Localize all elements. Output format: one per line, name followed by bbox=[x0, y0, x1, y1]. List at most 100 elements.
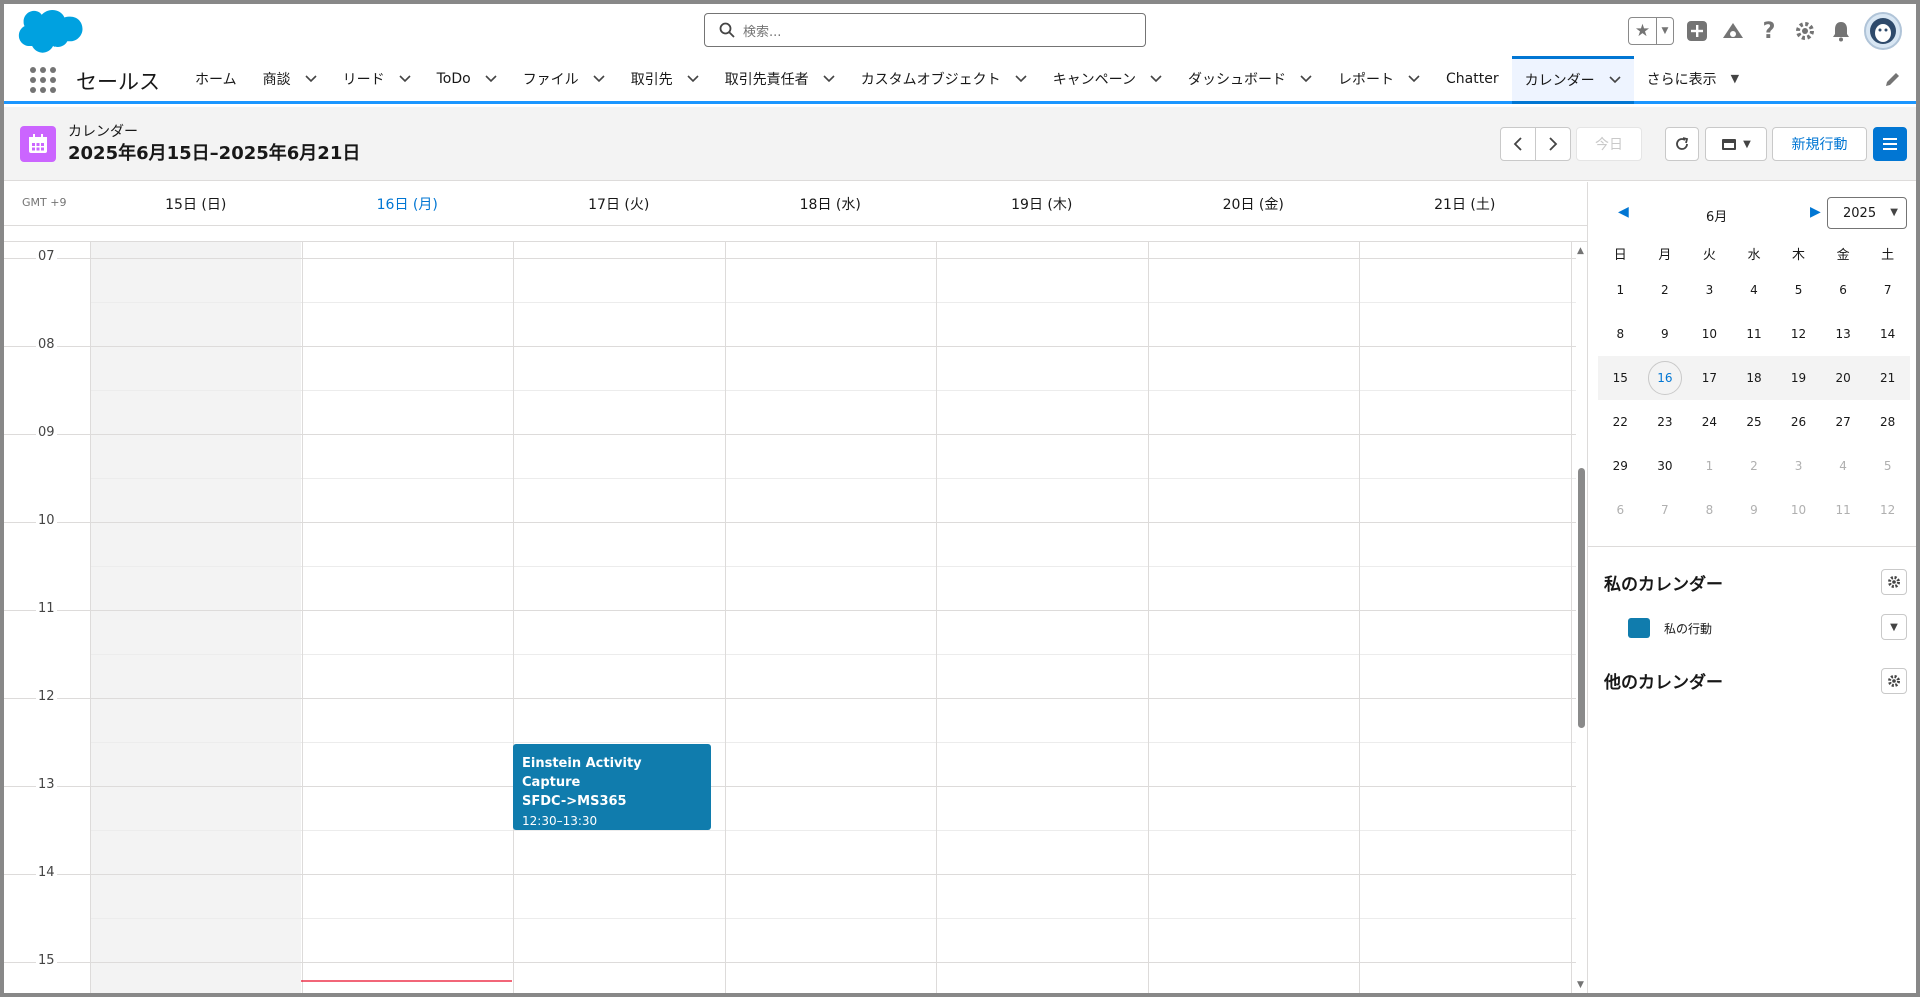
nav-tab-0[interactable]: ホーム bbox=[182, 56, 250, 101]
scroll-down-arrow-icon[interactable]: ▼ bbox=[1577, 980, 1584, 990]
mini-day[interactable]: 19 bbox=[1776, 371, 1821, 385]
previous-week-button[interactable] bbox=[1500, 127, 1536, 161]
favorites-dropdown-icon[interactable]: ▼ bbox=[1657, 26, 1673, 36]
chevron-down-icon[interactable] bbox=[1609, 76, 1621, 84]
mini-day[interactable]: 17 bbox=[1687, 371, 1732, 385]
day-header-3[interactable]: 18日 (水) bbox=[725, 194, 937, 214]
caret-down-icon[interactable]: ▼ bbox=[1731, 72, 1739, 85]
mini-day[interactable]: 21 bbox=[1865, 371, 1910, 385]
mini-day[interactable]: 30 bbox=[1643, 459, 1688, 473]
mini-day[interactable]: 3 bbox=[1687, 283, 1732, 297]
day-header-0[interactable]: 15日 (日) bbox=[90, 194, 302, 214]
nav-tab-12[interactable]: カレンダー bbox=[1511, 56, 1634, 104]
global-search-input[interactable]: 検索... bbox=[704, 13, 1146, 47]
mini-day[interactable]: 3 bbox=[1776, 459, 1821, 473]
nav-tab-1[interactable]: 商談 bbox=[250, 56, 330, 101]
scrollbar-thumb[interactable] bbox=[1578, 468, 1585, 728]
nav-tab-7[interactable]: カスタムオブジェクト bbox=[848, 56, 1040, 101]
mini-day[interactable]: 8 bbox=[1598, 327, 1643, 341]
setup-gear-icon[interactable] bbox=[1792, 18, 1818, 44]
day-header-6[interactable]: 21日 (土) bbox=[1359, 194, 1571, 214]
new-event-button[interactable]: 新規行動 bbox=[1772, 127, 1867, 161]
chevron-down-icon[interactable] bbox=[823, 74, 835, 83]
day-header-1[interactable]: 16日 (月) bbox=[302, 194, 514, 214]
mini-day[interactable]: 9 bbox=[1732, 503, 1777, 517]
calendar-event[interactable]: Einstein Activity Capture SFDC->MS365 12… bbox=[513, 744, 711, 830]
mini-day[interactable]: 4 bbox=[1821, 459, 1866, 473]
chevron-down-icon[interactable] bbox=[593, 74, 605, 83]
trailhead-icon[interactable] bbox=[1720, 18, 1746, 44]
day-header-5[interactable]: 20日 (金) bbox=[1148, 194, 1360, 214]
all-day-row[interactable] bbox=[4, 226, 1587, 242]
mini-day[interactable]: 23 bbox=[1643, 415, 1688, 429]
mini-day[interactable]: 10 bbox=[1687, 327, 1732, 341]
mini-day[interactable]: 12 bbox=[1776, 327, 1821, 341]
nav-tab-4[interactable]: ファイル bbox=[510, 56, 618, 101]
day-header-4[interactable]: 19日 (木) bbox=[936, 194, 1148, 214]
mini-day[interactable]: 2 bbox=[1732, 459, 1777, 473]
mini-day[interactable]: 18 bbox=[1732, 371, 1777, 385]
mini-day[interactable]: 7 bbox=[1865, 283, 1910, 297]
mini-day[interactable]: 5 bbox=[1776, 283, 1821, 297]
today-button[interactable]: 今日 bbox=[1576, 127, 1642, 161]
chevron-down-icon[interactable] bbox=[1300, 74, 1312, 83]
next-week-button[interactable] bbox=[1535, 127, 1571, 161]
nav-tab-9[interactable]: ダッシュボード bbox=[1175, 56, 1325, 101]
mini-day[interactable]: 22 bbox=[1598, 415, 1643, 429]
other-calendars-settings-button[interactable] bbox=[1881, 668, 1907, 694]
mini-day[interactable]: 6 bbox=[1598, 503, 1643, 517]
nav-tab-2[interactable]: リード bbox=[330, 56, 424, 101]
notifications-bell-icon[interactable] bbox=[1828, 18, 1854, 44]
mini-day[interactable]: 12 bbox=[1865, 503, 1910, 517]
chevron-down-icon[interactable] bbox=[1408, 74, 1420, 83]
mini-day-today[interactable]: 16 bbox=[1643, 361, 1688, 395]
mini-day[interactable]: 10 bbox=[1776, 503, 1821, 517]
mini-day[interactable]: 20 bbox=[1821, 371, 1866, 385]
mini-day[interactable]: 27 bbox=[1821, 415, 1866, 429]
chevron-down-icon[interactable] bbox=[1150, 74, 1162, 83]
mini-day[interactable]: 2 bbox=[1643, 283, 1688, 297]
mini-day[interactable]: 1 bbox=[1598, 283, 1643, 297]
help-icon[interactable]: ? bbox=[1756, 18, 1782, 44]
week-time-grid[interactable]: Einstein Activity Capture SFDC->MS365 12… bbox=[4, 242, 1576, 993]
chevron-down-icon[interactable] bbox=[399, 74, 411, 83]
nav-tab-6[interactable]: 取引先責任者 bbox=[712, 56, 848, 101]
calendar-list-toggle-button[interactable] bbox=[1873, 127, 1907, 161]
mini-day[interactable]: 13 bbox=[1821, 327, 1866, 341]
mini-prev-month-icon[interactable]: ◀ bbox=[1618, 204, 1629, 220]
user-avatar[interactable] bbox=[1864, 12, 1902, 50]
my-calendar-item[interactable]: 私の行動 bbox=[1628, 618, 1712, 638]
chevron-down-icon[interactable] bbox=[305, 74, 317, 83]
calendar-view-switcher[interactable]: ▼ bbox=[1705, 127, 1767, 161]
grid-scrollbar[interactable]: ▲ ▼ bbox=[1576, 242, 1587, 993]
mini-day[interactable]: 8 bbox=[1687, 503, 1732, 517]
salesforce-logo[interactable] bbox=[18, 9, 84, 55]
mini-day[interactable]: 4 bbox=[1732, 283, 1777, 297]
mini-next-month-icon[interactable]: ▶ bbox=[1810, 204, 1821, 220]
app-launcher-icon[interactable] bbox=[30, 67, 56, 93]
mini-day[interactable]: 1 bbox=[1687, 459, 1732, 473]
nav-tab-10[interactable]: レポート bbox=[1325, 56, 1433, 101]
mini-day[interactable]: 29 bbox=[1598, 459, 1643, 473]
nav-tab-5[interactable]: 取引先 bbox=[618, 56, 712, 101]
nav-tab-8[interactable]: キャンペーン bbox=[1040, 56, 1175, 101]
mini-day[interactable]: 15 bbox=[1598, 371, 1643, 385]
mini-day[interactable]: 9 bbox=[1643, 327, 1688, 341]
nav-tab-11[interactable]: Chatter bbox=[1433, 56, 1512, 101]
my-calendar-item-menu-button[interactable]: ▼ bbox=[1881, 614, 1907, 640]
mini-day[interactable]: 7 bbox=[1643, 503, 1688, 517]
year-select[interactable]: 2025 ▼ bbox=[1827, 197, 1907, 229]
nav-tab-3[interactable]: ToDo bbox=[424, 56, 510, 101]
mini-day[interactable]: 14 bbox=[1865, 327, 1910, 341]
favorites-star-icon[interactable]: ★ bbox=[1629, 18, 1657, 44]
chevron-down-icon[interactable] bbox=[485, 74, 497, 83]
my-calendars-settings-button[interactable] bbox=[1881, 569, 1907, 595]
global-actions-plus-icon[interactable] bbox=[1684, 18, 1710, 44]
mini-day[interactable]: 25 bbox=[1732, 415, 1777, 429]
mini-day[interactable]: 28 bbox=[1865, 415, 1910, 429]
mini-day[interactable]: 11 bbox=[1732, 327, 1777, 341]
scroll-up-arrow-icon[interactable]: ▲ bbox=[1577, 246, 1584, 256]
day-header-2[interactable]: 17日 (火) bbox=[513, 194, 725, 214]
mini-day[interactable]: 26 bbox=[1776, 415, 1821, 429]
mini-day[interactable]: 6 bbox=[1821, 283, 1866, 297]
